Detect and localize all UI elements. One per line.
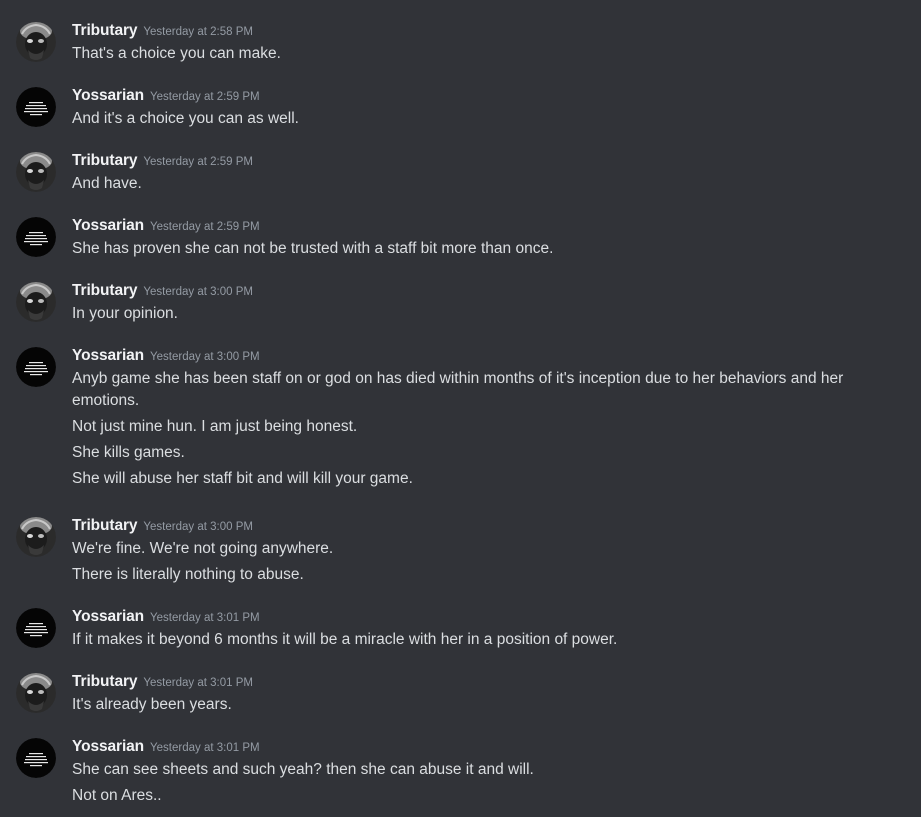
message-body: It's already been years. <box>72 694 872 716</box>
chat-messages: Tributary Yesterday at 2:58 PM That's a ch… <box>0 0 921 817</box>
message-header: Yossarian Yesterday at 2:59 PM <box>72 217 260 237</box>
timestamp: Yesterday at 3:00 PM <box>150 351 260 363</box>
timestamp: Yesterday at 2:59 PM <box>143 156 253 168</box>
username[interactable]: Yossarian <box>72 347 144 364</box>
message-header: Tributary Yesterday at 2:59 PM <box>72 152 253 172</box>
message-header: Tributary Yesterday at 3:01 PM <box>72 673 253 693</box>
message-text: She will abuse her staff bit and will ki… <box>72 470 413 487</box>
username[interactable]: Yossarian <box>72 608 144 625</box>
tributary-avatar-icon[interactable] <box>16 22 56 62</box>
message-text: And it's a choice you can as well. <box>72 110 299 127</box>
timestamp: Yesterday at 3:01 PM <box>143 677 253 689</box>
message-body: If it makes it beyond 6 months it will b… <box>72 629 872 651</box>
message-header: Tributary Yesterday at 3:00 PM <box>72 517 253 537</box>
message-header: Tributary Yesterday at 2:58 PM <box>72 22 253 42</box>
message-body: She can see sheets and such yeah? then s… <box>72 759 872 807</box>
tributary-avatar-icon[interactable] <box>16 282 56 322</box>
timestamp: Yesterday at 2:58 PM <box>143 26 253 38</box>
yossarian-avatar-icon[interactable] <box>16 217 56 257</box>
message-body: Anyb game she has been staff on or god o… <box>72 368 872 490</box>
username[interactable]: Tributary <box>72 673 138 690</box>
message-text: Not just mine hun. I am just being hones… <box>72 418 358 435</box>
username[interactable]: Yossarian <box>72 87 144 104</box>
message-header: Yossarian Yesterday at 3:00 PM <box>72 347 260 367</box>
tributary-avatar-icon[interactable] <box>16 152 56 192</box>
message-text: She can see sheets and such yeah? then s… <box>72 761 534 778</box>
message-header: Tributary Yesterday at 3:00 PM <box>72 282 253 302</box>
tributary-avatar-icon[interactable] <box>16 517 56 557</box>
message-text: If it makes it beyond 6 months it will b… <box>72 631 618 648</box>
username[interactable]: Tributary <box>72 282 138 299</box>
message-text: And have. <box>72 175 142 192</box>
timestamp: Yesterday at 3:00 PM <box>143 286 253 298</box>
message-text: She kills games. <box>72 444 185 461</box>
message-header: Yossarian Yesterday at 2:59 PM <box>72 87 260 107</box>
message-text: In your opinion. <box>72 305 178 322</box>
yossarian-avatar-icon[interactable] <box>16 87 56 127</box>
username[interactable]: Yossarian <box>72 217 144 234</box>
username[interactable]: Yossarian <box>72 738 144 755</box>
message-text: Not on Ares.. <box>72 787 162 804</box>
message-header: Yossarian Yesterday at 3:01 PM <box>72 608 260 628</box>
message-text: She has proven she can not be trusted wi… <box>72 240 554 257</box>
timestamp: Yesterday at 2:59 PM <box>150 91 260 103</box>
message-text: We're fine. We're not going anywhere. <box>72 540 334 557</box>
tributary-avatar-icon[interactable] <box>16 673 56 713</box>
username[interactable]: Tributary <box>72 22 138 39</box>
timestamp: Yesterday at 3:01 PM <box>150 612 260 624</box>
yossarian-avatar-icon[interactable] <box>16 738 56 778</box>
yossarian-avatar-icon[interactable] <box>16 347 56 387</box>
message-body: And have. <box>72 173 872 195</box>
timestamp: Yesterday at 3:00 PM <box>143 521 253 533</box>
message-text: Anyb game she has been staff on or god o… <box>72 370 844 409</box>
timestamp: Yesterday at 2:59 PM <box>150 221 260 233</box>
message-body: And it's a choice you can as well. <box>72 108 872 130</box>
message-body: In your opinion. <box>72 303 872 325</box>
timestamp: Yesterday at 3:01 PM <box>150 742 260 754</box>
message-text: It's already been years. <box>72 696 232 713</box>
message-body: That's a choice you can make. <box>72 43 872 65</box>
message-body: We're fine. We're not going anywhere. The… <box>72 538 872 586</box>
message-header: Yossarian Yesterday at 3:01 PM <box>72 738 260 758</box>
username[interactable]: Tributary <box>72 152 138 169</box>
message-text: There is literally nothing to abuse. <box>72 566 304 583</box>
yossarian-avatar-icon[interactable] <box>16 608 56 648</box>
message-text: That's a choice you can make. <box>72 45 281 62</box>
username[interactable]: Tributary <box>72 517 138 534</box>
message-body: She has proven she can not be trusted wi… <box>72 238 872 260</box>
